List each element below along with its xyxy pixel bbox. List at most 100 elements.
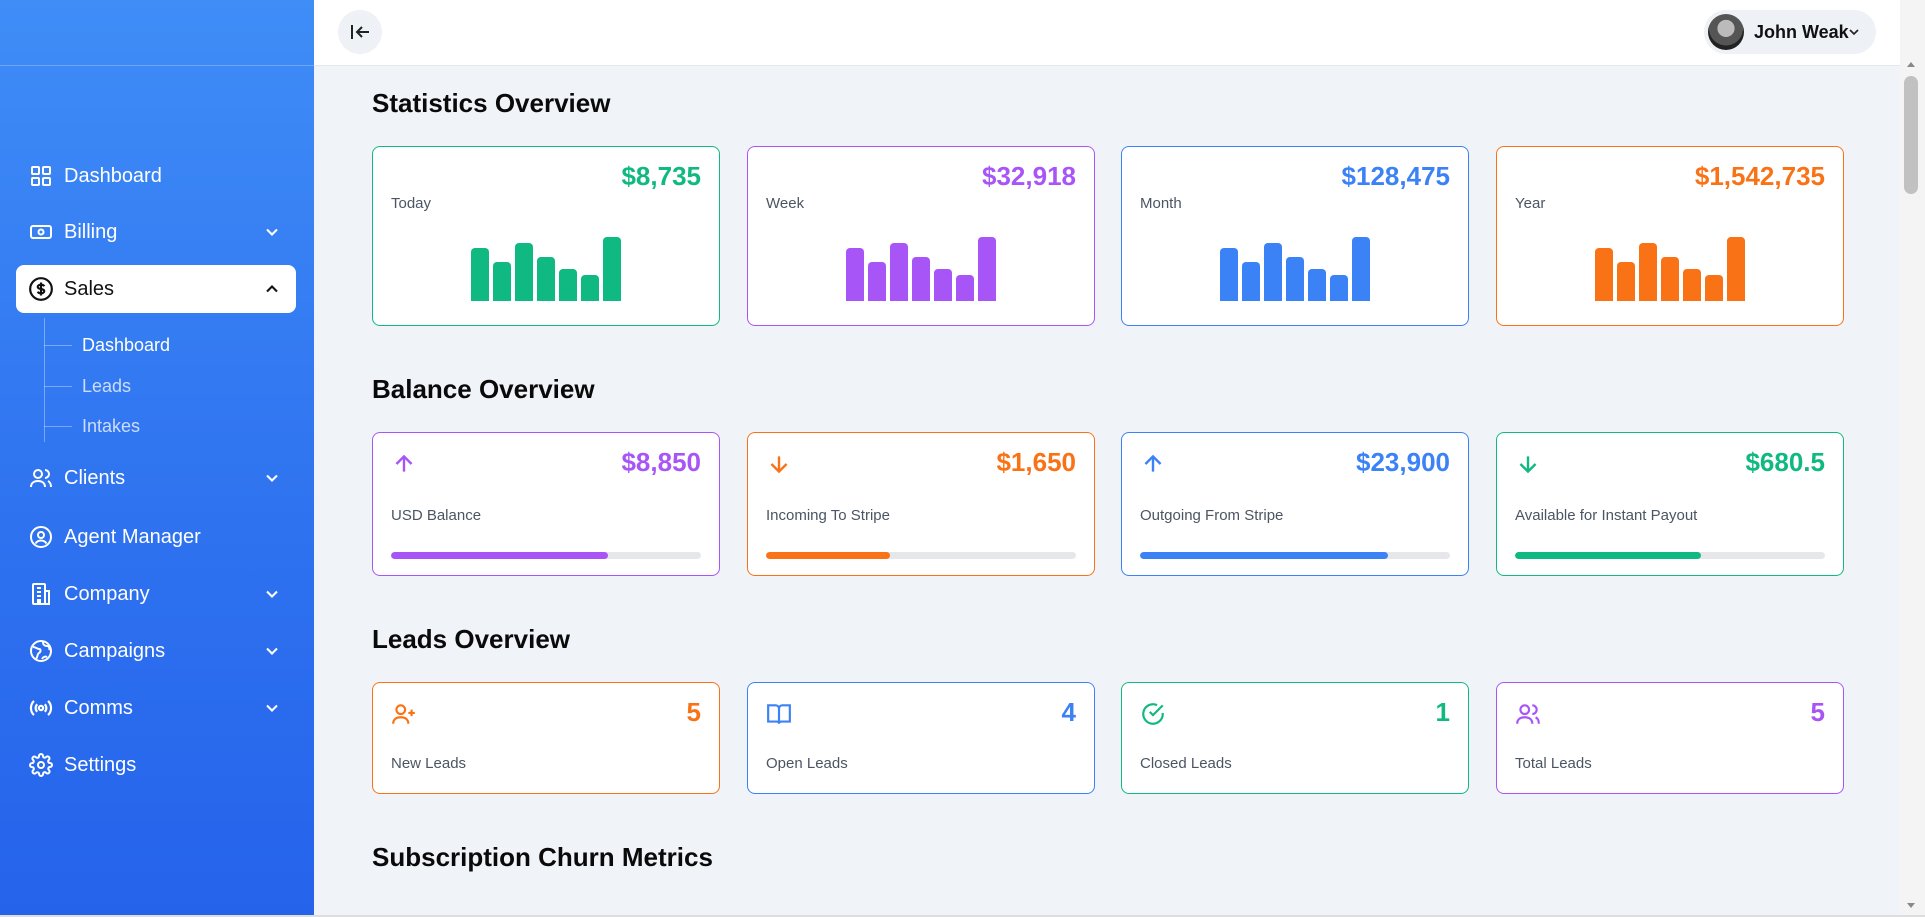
mini-bar: [559, 269, 577, 301]
progress-bar: [391, 552, 701, 559]
section-title-balance: Balance Overview: [372, 374, 595, 404]
mini-bar: [912, 257, 930, 301]
sidebar-subitem-dashboard[interactable]: Dashboard: [44, 330, 170, 360]
users-icon: [28, 465, 54, 491]
mini-bar: [1639, 243, 1657, 301]
mini-bar: [1220, 248, 1238, 301]
stat-label: Year: [1515, 195, 1546, 212]
leads-count: 1: [1435, 697, 1450, 727]
leads-label: Open Leads: [766, 755, 848, 772]
sidebar-item-label: Comms: [64, 696, 133, 719]
mini-bar: [1308, 269, 1326, 301]
balance-label: USD Balance: [391, 507, 482, 524]
mini-bar: [1352, 237, 1370, 301]
mini-bar: [471, 248, 489, 301]
sidebar-item-label: Dashboard: [64, 164, 162, 187]
sidebar-subitem-leads[interactable]: Leads: [44, 371, 131, 401]
mini-bar: [537, 257, 555, 301]
chevron-down-icon: [266, 228, 278, 236]
scrollbar-thumb[interactable]: [1904, 76, 1918, 194]
mini-bar: [956, 275, 974, 301]
sidebar-item-label: Sales: [64, 277, 115, 300]
sidebar-subitem-intakes[interactable]: Intakes: [44, 411, 140, 441]
mini-bar-chart: [748, 231, 1094, 301]
balance-amount: $8,850: [621, 447, 701, 477]
arrow-down-icon: [770, 456, 788, 474]
balance-label: Outgoing From Stripe: [1140, 507, 1284, 524]
stat-label: Month: [1140, 195, 1182, 212]
leads-label: Total Leads: [1515, 755, 1592, 772]
progress-bar: [766, 552, 1076, 559]
balance-amount: $23,900: [1356, 447, 1450, 477]
sidebar-brand-area: [0, 0, 314, 66]
mini-bar: [515, 243, 533, 301]
leads-card-total: 5 Total Leads: [1496, 682, 1844, 794]
chevron-down-icon: [266, 590, 278, 598]
sidebar-item-campaigns[interactable]: Campaigns: [16, 627, 296, 675]
balance-label: Incoming To Stripe: [766, 507, 890, 524]
mini-bar: [581, 275, 599, 301]
sidebar-item-label: Settings: [64, 753, 137, 776]
mini-bar: [1617, 262, 1635, 301]
balance-card-usd: $8,850 USD Balance: [372, 432, 720, 576]
arrow-up-icon: [395, 454, 413, 472]
balance-amount: $680.5: [1745, 447, 1825, 477]
balance-card-instant-payout: $680.5 Available for Instant Payout: [1496, 432, 1844, 576]
leads-label: Closed Leads: [1140, 755, 1232, 772]
mini-bar: [1595, 248, 1613, 301]
leads-label: New Leads: [391, 755, 467, 772]
sidebar-item-comms[interactable]: Comms: [16, 684, 296, 732]
broadcast-icon: [28, 695, 54, 721]
arrow-up-icon: [1144, 454, 1162, 472]
mini-bar-chart: [1122, 231, 1468, 301]
sidebar: Dashboard Billing Sales Dashboard Leads …: [0, 0, 314, 915]
sidebar-item-sales[interactable]: Sales: [16, 265, 296, 313]
statistic-card-today: $8,735 Today: [372, 146, 720, 326]
leads-count: 5: [686, 697, 701, 727]
stat-amount: $128,475: [1341, 161, 1450, 191]
dollar-circle-icon: [28, 276, 54, 302]
section-title-statistics: Statistics Overview: [372, 88, 611, 118]
balance-amount: $1,650: [996, 447, 1076, 477]
globe-icon: [28, 638, 54, 664]
section-title-leads: Leads Overview: [372, 624, 570, 654]
mini-bar: [1705, 275, 1723, 301]
sidebar-item-company[interactable]: Company: [16, 570, 296, 618]
chevron-down-icon: [266, 474, 278, 482]
balance-card-incoming: $1,650 Incoming To Stripe: [747, 432, 1095, 576]
user-circle-icon: [28, 524, 54, 550]
stat-amount: $32,918: [982, 161, 1076, 191]
scroll-up-arrow-icon[interactable]: [1904, 58, 1918, 70]
arrow-down-icon: [1519, 456, 1537, 474]
grid-icon: [28, 163, 54, 189]
mini-bar: [1683, 269, 1701, 301]
sidebar-item-dashboard[interactable]: Dashboard: [16, 152, 296, 200]
sidebar-item-clients[interactable]: Clients: [16, 454, 296, 502]
leads-card-new: 5 New Leads: [372, 682, 720, 794]
mini-bar-chart: [373, 231, 719, 301]
stat-amount: $8,735: [621, 161, 701, 191]
balance-label: Available for Instant Payout: [1515, 507, 1698, 524]
statistic-card-month: $128,475 Month: [1121, 146, 1469, 326]
check-circle-icon: [1142, 703, 1164, 725]
sidebar-item-billing[interactable]: Billing: [16, 208, 296, 256]
scroll-down-arrow-icon[interactable]: [1904, 900, 1918, 912]
sidebar-item-agent-manager[interactable]: Agent Manager: [16, 513, 296, 561]
mini-bar: [868, 262, 886, 301]
sidebar-item-label: Agent Manager: [64, 525, 201, 548]
leads-card-open: 4 Open Leads: [747, 682, 1095, 794]
progress-bar: [1515, 552, 1825, 559]
stat-label: Today: [391, 195, 432, 212]
stat-amount: $1,542,735: [1694, 161, 1825, 191]
mini-bar: [603, 237, 621, 301]
mini-bar: [1661, 257, 1679, 301]
chevron-down-icon: [266, 704, 278, 712]
mini-bar: [1286, 257, 1304, 301]
collapse-sidebar-button[interactable]: [338, 10, 382, 54]
leads-count: 4: [1061, 697, 1076, 727]
user-menu[interactable]: John Weak: [1704, 10, 1876, 54]
stat-label: Week: [766, 195, 805, 212]
leads-count: 5: [1810, 697, 1825, 727]
sidebar-item-label: Campaigns: [64, 639, 166, 662]
sidebar-item-settings[interactable]: Settings: [16, 741, 296, 789]
